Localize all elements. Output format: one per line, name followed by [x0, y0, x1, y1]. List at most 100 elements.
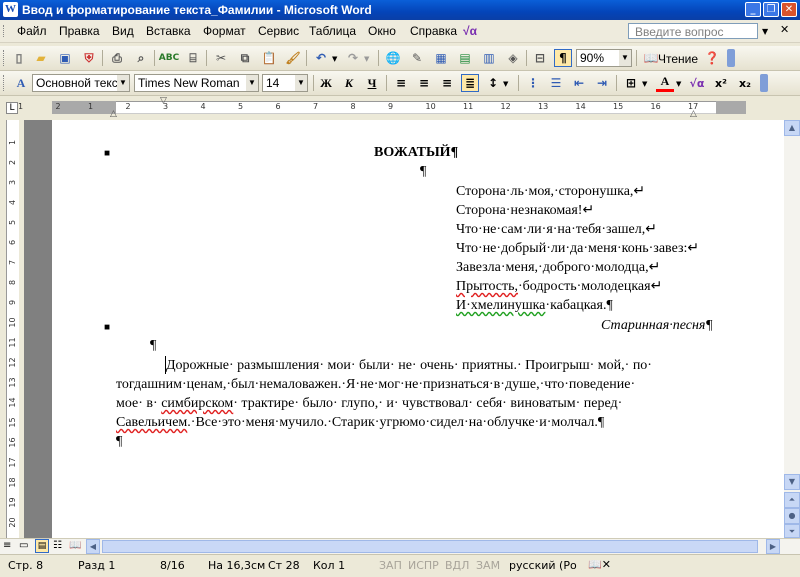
status-pages[interactable]: 8/16 [160, 559, 185, 572]
toolbar-options-icon[interactable] [727, 49, 735, 67]
browse-object-icon[interactable]: ● [784, 508, 800, 524]
status-language[interactable]: русский (Ро [509, 559, 577, 572]
new-document-icon[interactable]: ▯ [10, 49, 28, 67]
spelling-icon[interactable]: ABC [159, 49, 179, 67]
format-painter-icon[interactable]: 🖌 [284, 49, 302, 67]
font-size-dropdown-icon[interactable]: ▼ [295, 75, 307, 91]
toolbar-grip[interactable] [3, 50, 7, 66]
toolbar-grip[interactable] [3, 75, 7, 91]
insert-excel-icon[interactable]: ▤ [456, 49, 474, 67]
maximize-button[interactable]: ❐ [763, 2, 779, 17]
superscript-icon[interactable]: x² [712, 74, 730, 92]
minimize-button[interactable]: _ [745, 2, 761, 17]
next-page-icon[interactable]: ⏷ [784, 524, 800, 538]
show-formatting-icon[interactable]: ¶ [554, 49, 572, 67]
vertical-scrollbar[interactable]: ▲ ▼ ⏶ ● ⏷ [784, 120, 800, 538]
undo-icon[interactable]: ↶ [312, 49, 330, 67]
open-folder-icon[interactable]: ▰ [32, 49, 50, 67]
borders-icon[interactable]: ⊞ [622, 74, 640, 92]
scroll-track[interactable] [784, 136, 800, 452]
insert-table-icon[interactable]: ▦ [432, 49, 450, 67]
document-map-icon[interactable]: ⊟ [531, 49, 549, 67]
first-line-indent-marker[interactable]: ▽ [160, 96, 167, 106]
menu-help[interactable]: Справка [410, 24, 457, 38]
status-column[interactable]: Кол 1 [313, 559, 345, 572]
permission-icon[interactable]: ⛨ [80, 49, 98, 67]
bold-icon[interactable]: Ж [317, 74, 335, 92]
status-record-macro[interactable]: ЗАП [379, 559, 402, 572]
menu-table[interactable]: Таблица [309, 24, 356, 38]
bullets-icon[interactable]: ☰ [547, 74, 565, 92]
cut-icon[interactable]: ✂ [212, 49, 230, 67]
redo-icon[interactable]: ↷ [344, 49, 362, 67]
outline-view-icon[interactable]: ☷ [53, 540, 62, 551]
web-view-icon[interactable]: ▭ [19, 540, 28, 551]
align-left-icon[interactable]: ≡ [392, 74, 410, 92]
help-icon[interactable]: ❓ [703, 49, 721, 67]
styles-formatting-icon[interactable]: A [12, 74, 30, 92]
justify-icon[interactable]: ≣ [461, 74, 479, 92]
toolbar-options-icon[interactable] [760, 74, 768, 92]
scroll-right-icon[interactable]: ▶ [766, 539, 780, 554]
status-section[interactable]: Разд 1 [78, 559, 115, 572]
status-line[interactable]: Ст 28 [268, 559, 300, 572]
status-extend[interactable]: ВДЛ [445, 559, 469, 572]
word-app-icon[interactable]: W [3, 2, 18, 17]
print-preview-icon[interactable]: ⌕ [132, 49, 150, 67]
menu-insert[interactable]: Вставка [146, 24, 191, 38]
document-page[interactable]: ■ ВОЖАТЫЙ¶ ¶ Сторона·ль·моя,·сторонушка,… [52, 120, 784, 538]
status-position[interactable]: На 16,3см [208, 559, 265, 572]
status-overtype[interactable]: ЗАМ [476, 559, 500, 572]
previous-page-icon[interactable]: ⏶ [784, 492, 800, 508]
menu-view[interactable]: Вид [112, 24, 134, 38]
scroll-down-icon[interactable]: ▼ [784, 474, 800, 490]
menu-file[interactable]: Файл [17, 24, 47, 38]
vertical-ruler[interactable]: 1 2 3 4 5 6 7 8 9 10 11 12 13 14 15 16 17 18 19 20 [0, 120, 24, 538]
decrease-indent-icon[interactable]: ⇤ [570, 74, 588, 92]
ask-dropdown-icon[interactable]: ▼ [762, 27, 768, 36]
menu-tools[interactable]: Сервис [258, 24, 299, 38]
undo-dropdown-icon[interactable]: ▼ [332, 55, 337, 63]
right-indent-marker[interactable]: △ [690, 109, 697, 119]
font-color-dropdown-icon[interactable]: ▼ [676, 80, 681, 88]
font-select[interactable]: Times New Roman ▼ [134, 74, 259, 92]
font-color-icon[interactable]: A [656, 74, 674, 92]
reading-view-icon[interactable]: 📖 [69, 540, 81, 551]
scroll-left-icon[interactable]: ◀ [86, 539, 100, 554]
tables-borders-icon[interactable]: ✎ [408, 49, 426, 67]
redo-dropdown-icon[interactable]: ▼ [364, 55, 369, 63]
align-right-icon[interactable]: ≡ [438, 74, 456, 92]
align-center-icon[interactable]: ≡ [415, 74, 433, 92]
zoom-dropdown-icon[interactable]: ▼ [619, 50, 631, 66]
increase-indent-icon[interactable]: ⇥ [593, 74, 611, 92]
numbering-icon[interactable]: ⋮ [524, 74, 542, 92]
style-dropdown-icon[interactable]: ▼ [117, 75, 129, 91]
status-track-changes[interactable]: ИСПР [408, 559, 439, 572]
scroll-up-icon[interactable]: ▲ [784, 120, 800, 136]
font-dropdown-icon[interactable]: ▼ [246, 75, 258, 91]
research-icon[interactable]: ⌸ [184, 49, 202, 67]
copy-icon[interactable]: ⧉ [236, 49, 254, 67]
drawing-icon[interactable]: ◈ [504, 49, 522, 67]
horizontal-scroll-thumb[interactable] [102, 540, 758, 553]
formula-icon[interactable]: √α [463, 24, 477, 38]
normal-view-icon[interactable]: ≡ [3, 540, 11, 551]
close-button[interactable]: ✕ [781, 2, 797, 17]
spelling-status-icon[interactable]: 📖✕ [588, 558, 611, 571]
hyperlink-icon[interactable]: 🌐 [384, 49, 402, 67]
hanging-indent-marker[interactable]: △ [110, 109, 117, 119]
menu-format[interactable]: Формат [203, 24, 246, 38]
font-size-select[interactable]: 14 ▼ [262, 74, 308, 92]
line-spacing-icon[interactable]: ↕ [484, 74, 502, 92]
print-layout-icon[interactable]: ▤ [35, 539, 49, 553]
ask-question-input[interactable]: Введите вопрос [628, 23, 758, 39]
equation-icon[interactable]: √α [688, 74, 706, 92]
reading-button[interactable]: Чтение [658, 52, 698, 66]
borders-dropdown-icon[interactable]: ▼ [642, 80, 647, 88]
save-icon[interactable]: ▣ [56, 49, 74, 67]
columns-icon[interactable]: ▥ [480, 49, 498, 67]
menu-window[interactable]: Окно [368, 24, 396, 38]
status-page[interactable]: Стр. 8 [8, 559, 43, 572]
subscript-icon[interactable]: x₂ [736, 74, 754, 92]
menu-grip[interactable] [3, 25, 7, 37]
